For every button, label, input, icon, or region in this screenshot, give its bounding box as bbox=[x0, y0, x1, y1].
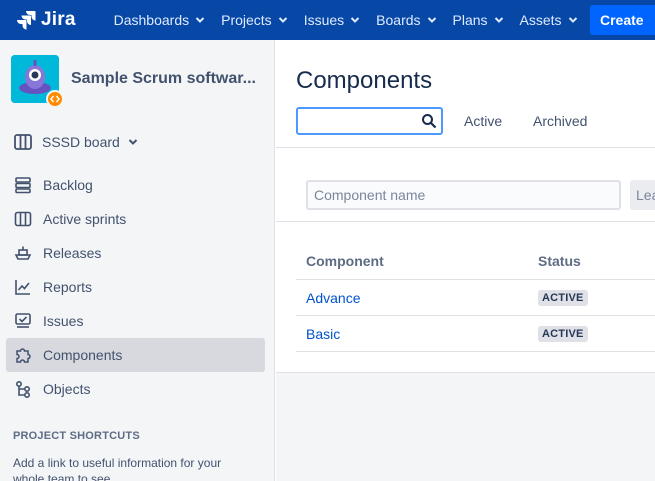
chevron-down-icon bbox=[128, 139, 138, 145]
nav-assets[interactable]: Assets bbox=[512, 0, 586, 40]
nav-projects[interactable]: Projects bbox=[213, 0, 296, 40]
divider bbox=[276, 147, 655, 148]
project-sidebar: Sample Scrum softwar... SSSD board Backl… bbox=[0, 40, 275, 481]
page-title: Components bbox=[296, 67, 433, 94]
project-shortcuts-heading: PROJECT SHORTCUTS bbox=[13, 430, 140, 442]
status-badge: ACTIVE bbox=[538, 290, 588, 306]
sidebar-item-components[interactable]: Components bbox=[6, 338, 265, 372]
table-header-divider bbox=[296, 279, 655, 280]
nav-issues[interactable]: Issues bbox=[296, 0, 368, 40]
nav-label: Assets bbox=[519, 12, 562, 28]
sidebar-item-label: Issues bbox=[43, 313, 84, 329]
objects-icon bbox=[14, 380, 32, 398]
jira-logo-icon bbox=[17, 11, 36, 30]
board-label: SSSD board bbox=[42, 134, 120, 150]
puzzle-icon bbox=[14, 346, 32, 364]
sidebar-item-label: Reports bbox=[43, 279, 93, 295]
component-link-basic[interactable]: Basic bbox=[306, 326, 340, 342]
nav-boards[interactable]: Boards bbox=[368, 0, 444, 40]
sidebar-item-issues[interactable]: Issues bbox=[6, 304, 265, 338]
status-badge: ACTIVE bbox=[538, 326, 588, 342]
sidebar-item-backlog[interactable]: Backlog bbox=[6, 168, 265, 202]
project-shortcuts-text: Add a link to useful information for you… bbox=[13, 456, 222, 481]
nav-label: Dashboards bbox=[113, 12, 190, 28]
search-input[interactable] bbox=[298, 109, 413, 133]
backlog-icon bbox=[14, 176, 32, 194]
sidebar-item-label: Active sprints bbox=[43, 211, 127, 227]
project-avatar bbox=[11, 55, 64, 108]
chevron-down-icon bbox=[568, 17, 577, 23]
chevron-down-icon bbox=[427, 17, 436, 23]
content-footer-area bbox=[276, 372, 655, 481]
project-name: Sample Scrum softwar... bbox=[71, 70, 256, 87]
chevron-down-icon bbox=[195, 17, 205, 23]
top-navigation: Jira Dashboards Projects Issues Boards P… bbox=[0, 0, 655, 40]
board-selector[interactable]: SSSD board bbox=[14, 134, 138, 150]
component-search[interactable] bbox=[296, 107, 443, 135]
divider bbox=[276, 221, 655, 222]
jira-logo[interactable]: Jira bbox=[16, 9, 76, 31]
nav-label: Issues bbox=[303, 12, 345, 28]
issues-icon bbox=[14, 312, 32, 330]
create-button[interactable]: Create bbox=[590, 5, 655, 35]
sidebar-item-label: Components bbox=[43, 347, 123, 363]
board-icon bbox=[14, 210, 32, 228]
component-name-field[interactable]: Component name bbox=[306, 180, 621, 210]
component-lead-field[interactable]: Lead bbox=[630, 180, 655, 210]
board-icon bbox=[14, 134, 32, 150]
ship-icon bbox=[14, 244, 32, 262]
table-row-divider bbox=[296, 351, 655, 352]
table-row-divider bbox=[296, 315, 655, 316]
nav-label: Projects bbox=[221, 12, 272, 28]
main-content: Components Active Archived Component nam… bbox=[276, 40, 655, 481]
chevron-down-icon bbox=[494, 17, 503, 23]
nav-dashboards[interactable]: Dashboards bbox=[106, 0, 214, 40]
component-link-advance[interactable]: Advance bbox=[306, 290, 360, 306]
chevron-down-icon bbox=[350, 17, 360, 23]
sidebar-item-objects[interactable]: Objects bbox=[6, 372, 265, 406]
tab-active[interactable]: Active bbox=[464, 113, 502, 129]
chart-icon bbox=[14, 278, 32, 296]
sidebar-item-label: Backlog bbox=[43, 177, 93, 193]
code-icon bbox=[50, 95, 60, 103]
sidebar-item-label: Objects bbox=[43, 381, 91, 397]
logo-text: Jira bbox=[41, 9, 76, 30]
nav-label: Boards bbox=[376, 12, 421, 28]
sidebar-item-label: Releases bbox=[43, 245, 102, 261]
sidebar-item-reports[interactable]: Reports bbox=[6, 270, 265, 304]
sidebar-item-active-sprints[interactable]: Active sprints bbox=[6, 202, 265, 236]
tab-archived[interactable]: Archived bbox=[533, 113, 587, 129]
nav-label: Plans bbox=[452, 12, 488, 28]
column-header-component: Component bbox=[306, 253, 384, 269]
sidebar-item-releases[interactable]: Releases bbox=[6, 236, 265, 270]
search-icon[interactable] bbox=[421, 113, 437, 129]
project-header[interactable]: Sample Scrum softwar... bbox=[11, 55, 256, 108]
nav-plans[interactable]: Plans bbox=[445, 0, 512, 40]
chevron-down-icon bbox=[278, 17, 287, 23]
column-header-status: Status bbox=[538, 253, 581, 269]
project-type-badge bbox=[46, 90, 64, 108]
